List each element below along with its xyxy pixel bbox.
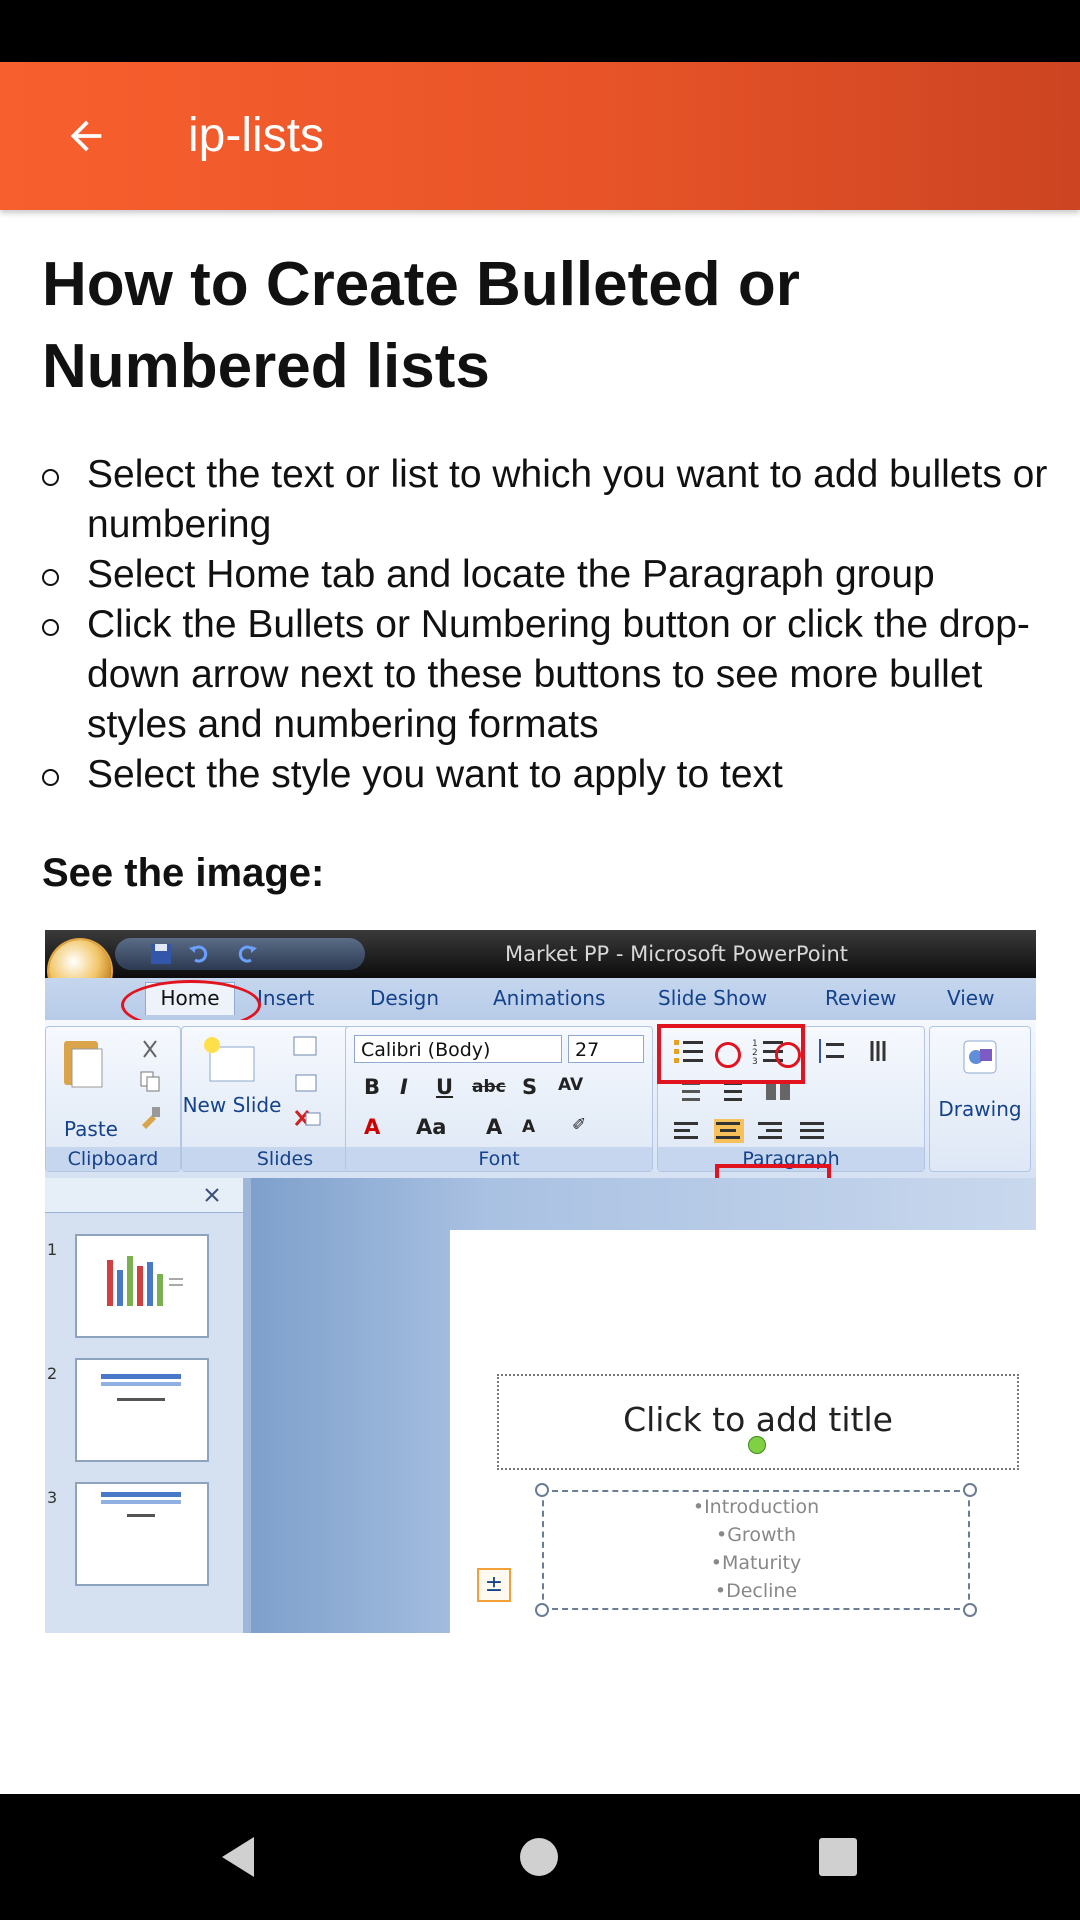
tab-insert: Insert: [257, 986, 315, 1010]
app-bar: ip-lists: [0, 62, 1080, 210]
align-center-icon: [714, 1119, 744, 1143]
steps-list: Select the text or list to which you wan…: [42, 450, 1052, 800]
underline-icon: U: [436, 1075, 454, 1099]
clear-format-icon: ✐: [572, 1115, 587, 1135]
undo-icon: [189, 945, 208, 963]
text-thumbnail-icon: [101, 1492, 181, 1517]
status-bar: [0, 0, 1080, 62]
font-color-icon: A: [364, 1115, 381, 1139]
article-content: How to Create Bulleted or Numbered lists…: [42, 244, 1052, 898]
page-title: How to Create Bulleted or Numbered lists: [42, 250, 800, 401]
nav-back-button[interactable]: [203, 1822, 273, 1892]
paste-label: Paste: [64, 1117, 118, 1141]
align-left-icon: [674, 1122, 698, 1139]
slide-thumbnail: [75, 1358, 209, 1462]
powerpoint-screenshot-image: Market PP - Microsoft PowerPoint Home In…: [45, 930, 1036, 1633]
slides-panel: 1 2 3: [45, 1178, 243, 1633]
triangle-back-icon: [222, 1837, 254, 1877]
save-icon: [151, 944, 171, 964]
line-spacing-icon: [819, 1039, 844, 1063]
align-right-icon: [758, 1122, 782, 1139]
pane-splitter: [243, 1178, 251, 1633]
bullets-dropdown-circle: [715, 1042, 741, 1068]
layout-icon: [293, 1036, 317, 1056]
group-label-clipboard: Clipboard: [46, 1147, 180, 1171]
system-nav-bar: [0, 1794, 1080, 1920]
nav-recent-button[interactable]: [803, 1822, 873, 1892]
change-case-icon: Aa: [416, 1115, 447, 1139]
chart-thumbnail-icon: [107, 1256, 183, 1306]
group-drawing: Drawing: [929, 1026, 1031, 1172]
format-painter-icon: [142, 1107, 160, 1129]
numbering-dropdown-circle: [775, 1042, 801, 1068]
copy-icon: [140, 1071, 160, 1092]
quick-access-toolbar: [115, 938, 365, 970]
list-item: Select Home tab and locate the Paragraph…: [42, 550, 1052, 600]
group-font: Calibri (Body) 27 B I U abc S AV A Aa A …: [345, 1026, 653, 1172]
grow-font-icon: A: [486, 1115, 503, 1139]
slide-number: 2: [47, 1364, 58, 1383]
tab-review: Review: [825, 986, 897, 1010]
list-item: Select the text or list to which you wan…: [42, 450, 1052, 550]
redo-icon: [238, 945, 257, 963]
resize-handle-icon: [963, 1483, 977, 1497]
square-recent-icon: [819, 1838, 857, 1876]
title-thumbnail-icon: [101, 1374, 181, 1401]
strikethrough-icon: abc: [472, 1077, 506, 1097]
rotation-handle-icon: [748, 1436, 766, 1454]
ppt-window-title: Market PP - Microsoft PowerPoint: [505, 942, 848, 966]
list-item: Click the Bullets or Numbering button or…: [42, 600, 1052, 750]
circle-home-icon: [520, 1838, 558, 1876]
slide-thumbnail: [75, 1482, 209, 1586]
tab-slide-show: Slide Show: [658, 986, 768, 1010]
app-title: ip-lists: [188, 109, 325, 162]
justify-icon: [800, 1122, 824, 1139]
drawing-icon: [963, 1040, 997, 1074]
close-icon: [205, 1188, 219, 1202]
font-size-dropdown: 27: [568, 1035, 644, 1063]
paste-icon: [64, 1041, 103, 1088]
slide-thumbnail: [75, 1234, 209, 1338]
reset-icon: [295, 1074, 317, 1092]
back-button[interactable]: [50, 100, 122, 172]
list-item: Select the style you want to apply to te…: [42, 750, 1052, 800]
arrow-left-icon: [70, 120, 102, 152]
delete-slide-icon: [294, 1110, 321, 1126]
font-name-dropdown: Calibri (Body): [354, 1035, 562, 1063]
resize-handle-icon: [535, 1603, 549, 1617]
new-slide-label: New Slide: [182, 1093, 282, 1117]
group-label-font: Font: [346, 1147, 652, 1171]
tab-animations: Animations: [493, 986, 606, 1010]
resize-handle-icon: [535, 1483, 549, 1497]
drawing-label: Drawing: [938, 1097, 1022, 1121]
bullet-line: •Growth: [716, 1524, 796, 1546]
shadow-icon: S: [522, 1075, 538, 1099]
italic-icon: I: [400, 1075, 408, 1099]
bold-icon: B: [364, 1075, 381, 1099]
group-clipboard: Paste Clipboard: [45, 1026, 181, 1172]
panel-tabs: [45, 1178, 243, 1213]
tab-design: Design: [370, 986, 440, 1010]
see-image-label: See the image:: [42, 851, 325, 895]
bullet-line: •Maturity: [710, 1552, 802, 1574]
new-slide-icon: [204, 1037, 255, 1082]
bullet-line: •Introduction: [692, 1496, 820, 1518]
nav-home-button[interactable]: [504, 1822, 574, 1892]
slide-number: 3: [47, 1488, 58, 1507]
ribbon: Paste Clipboard New Slide Slides Calibri…: [45, 1020, 1036, 1179]
tab-view: View: [947, 986, 995, 1010]
resize-handle-icon: [963, 1603, 977, 1617]
text-direction-icon: [870, 1041, 886, 1061]
autofit-icon: ±: [477, 1568, 511, 1602]
title-placeholder-text: Click to add title: [623, 1400, 893, 1439]
bullet-line: •Decline: [714, 1580, 798, 1602]
slide-number: 1: [47, 1240, 58, 1259]
cut-icon: [143, 1040, 157, 1058]
shrink-font-icon: A: [522, 1117, 536, 1137]
char-spacing-icon: AV: [558, 1075, 584, 1095]
